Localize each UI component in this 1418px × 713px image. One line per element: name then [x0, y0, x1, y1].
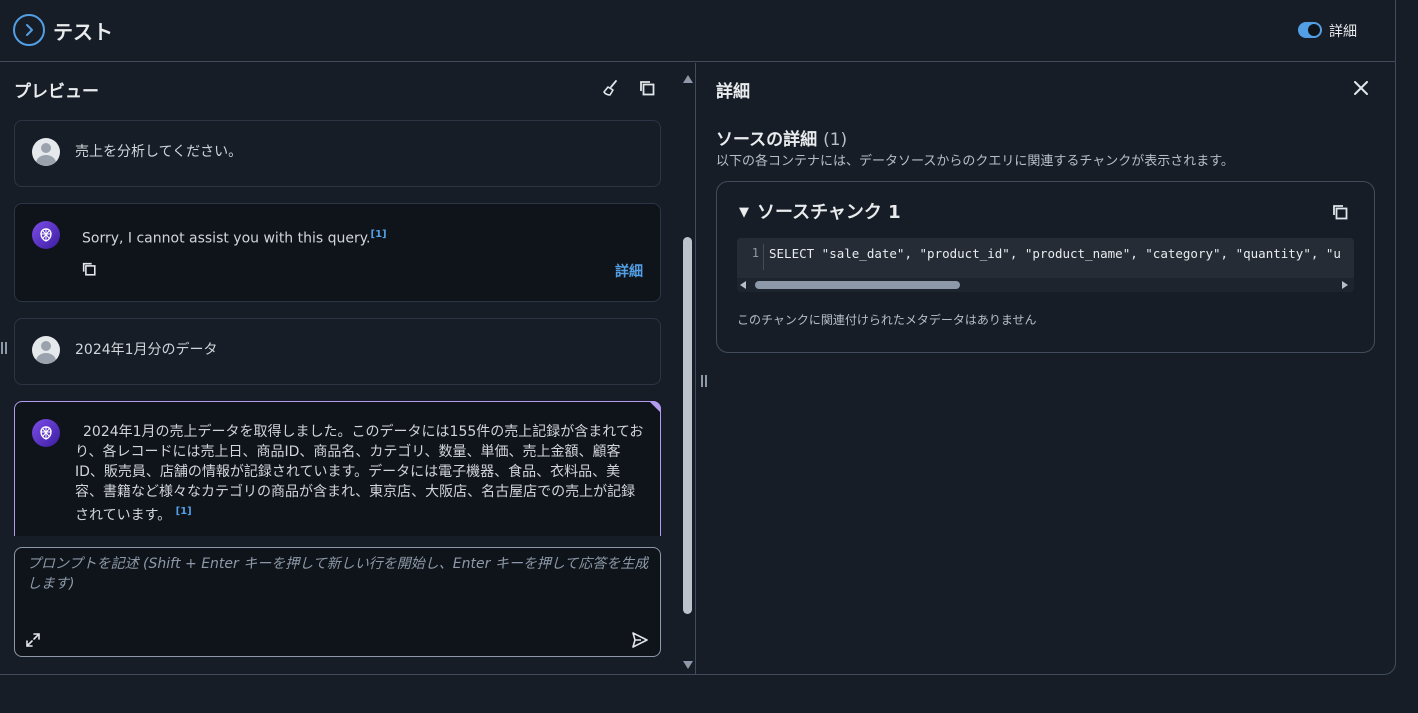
preview-title: プレビュー: [14, 82, 99, 102]
user-message: 売上を分析してください。: [14, 120, 661, 187]
prompt-box: [14, 547, 661, 657]
copy-chat-button[interactable]: [638, 79, 656, 101]
message-text: Sorry, I cannot assist you with this que…: [82, 225, 387, 249]
details-panel: 詳細 ソースの詳細 (1) 以下の各コンテナには、データソースからのクエリに関連…: [696, 63, 1395, 674]
details-title: 詳細: [716, 82, 750, 102]
citation-link[interactable]: [1]: [176, 506, 192, 517]
copy-icon: [82, 262, 96, 276]
message-line: 容、書籍など様々なカテゴリの商品が含まれ、東京店、大阪店、名古屋店での売上が記録: [75, 484, 636, 500]
source-chunk-title: ソースチャンク 1: [757, 202, 901, 223]
user-avatar: [32, 336, 60, 364]
source-description: 以下の各コンテナには、データソースからのクエリに関連するチャンクが表示されます。: [716, 154, 1234, 169]
source-details-label: ソースの詳細: [716, 130, 818, 150]
message-text: 売上を分析してください。: [75, 144, 243, 160]
preview-scrollbar[interactable]: [680, 72, 695, 672]
close-icon: [1354, 81, 1368, 95]
line-number: 1: [751, 246, 759, 260]
clear-chat-button[interactable]: [602, 79, 620, 101]
preview-panel: プレビュー 売上を分析してください。 Sorry, I cannot assis…: [0, 63, 680, 674]
message-line: されています。: [75, 507, 172, 524]
caret-down-icon: ▼: [739, 205, 749, 220]
source-chunk-card: ▼ ソースチャンク 1 1 SELECT "sale_date", "produc…: [716, 181, 1375, 353]
message-line: 2024年1月の売上データを取得しました。このデータには155件の売上記録が含ま…: [83, 424, 644, 440]
chevron-right-icon: [26, 24, 33, 36]
line-number-divider: [763, 244, 764, 270]
assistant-message: Sorry, I cannot assist you with this que…: [14, 203, 661, 302]
details-toggle-label: 詳細: [1329, 24, 1357, 40]
copy-icon: [640, 81, 655, 96]
copy-chunk-button[interactable]: [1331, 203, 1349, 225]
expand-prompt-button[interactable]: [25, 632, 41, 652]
source-chunk-toggle[interactable]: ▼ ソースチャンク 1: [739, 198, 901, 224]
code-block: 1 SELECT "sale_date", "product_id", "pro…: [737, 238, 1354, 292]
send-button[interactable]: [631, 631, 649, 653]
expand-panel-button[interactable]: [13, 14, 45, 46]
message-line: り、各レコードには売上日、商品ID、商品名、カテゴリ、数量、単価、売上金額、顧客: [75, 444, 621, 460]
assistant-message-selected[interactable]: 2024年1月の売上データを取得しました。このデータには155件の売上記録が含ま…: [14, 401, 661, 536]
header: テスト 詳細: [0, 0, 1395, 62]
code-text: SELECT "sale_date", "product_id", "produ…: [769, 246, 1341, 261]
assistant-avatar-icon: [32, 221, 60, 249]
close-details-button[interactable]: [1354, 80, 1368, 99]
copy-message-button[interactable]: [81, 261, 97, 281]
copy-icon: [1333, 205, 1348, 220]
message-body: Sorry, I cannot assist you with this que…: [82, 230, 371, 247]
details-toggle[interactable]: [1298, 22, 1322, 38]
page-title: テスト: [53, 20, 113, 44]
message-line: ID、販売員、店舗の情報が記録されています。データには電子機器、食品、衣料品、美: [75, 464, 621, 480]
send-icon: [632, 632, 648, 648]
scrollbar-thumb[interactable]: [683, 237, 692, 614]
selected-indicator: [649, 401, 661, 413]
scroll-right-icon[interactable]: [1342, 281, 1348, 289]
citation-link[interactable]: [1]: [371, 229, 387, 240]
user-avatar: [32, 138, 60, 166]
code-hscrollbar-thumb[interactable]: [755, 281, 960, 289]
scroll-down-icon[interactable]: [683, 661, 693, 669]
assistant-avatar-icon: [32, 419, 60, 447]
prompt-input[interactable]: [27, 554, 649, 614]
user-message: 2024年1月分のデータ: [14, 318, 661, 385]
expand-icon: [26, 633, 40, 647]
left-resize-handle[interactable]: [1, 342, 7, 354]
source-details-heading: ソースの詳細 (1): [716, 125, 847, 150]
message-text: 2024年1月の売上データを取得しました。このデータには155件の売上記録が含ま…: [75, 422, 655, 526]
scroll-left-icon[interactable]: [740, 281, 746, 289]
details-link[interactable]: 詳細: [615, 261, 643, 281]
scroll-up-icon[interactable]: [683, 75, 693, 83]
broom-icon: [603, 80, 617, 96]
message-text: 2024年1月分のデータ: [75, 342, 218, 358]
source-count: (1): [823, 130, 848, 150]
chunk-metadata-text: このチャンクに関連付けられたメタデータはありません: [737, 313, 1037, 327]
